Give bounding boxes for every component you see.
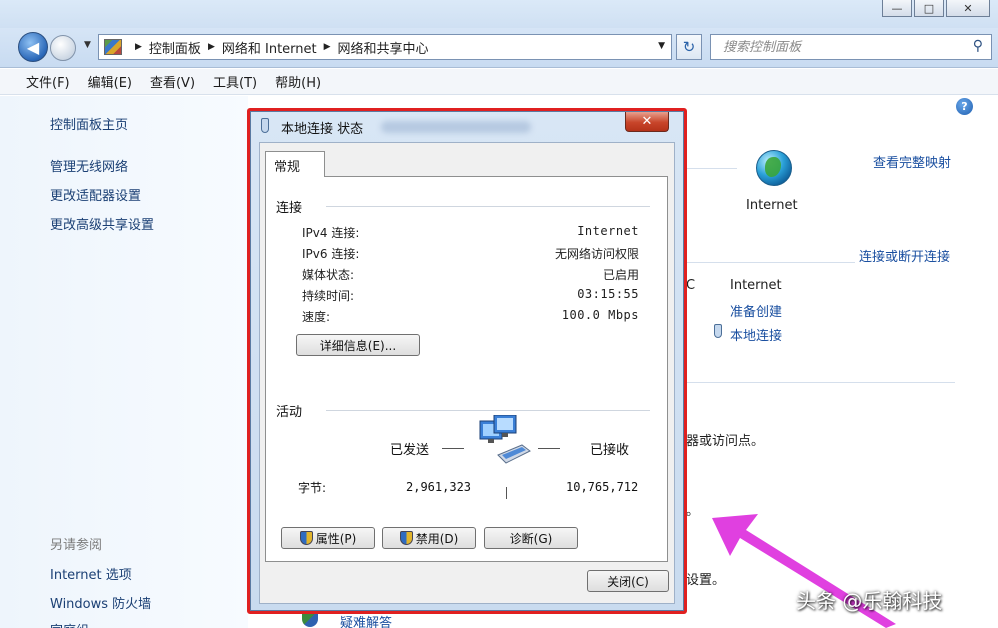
navigation-bar: ◀ ▼ ▶ 控制面板 ▶ 网络和 Internet ▶ 网络和共享中心 ▼ ↻ …	[0, 28, 998, 68]
help-icon[interactable]: ?	[956, 98, 973, 115]
speed-value: 100.0 Mbps	[561, 308, 639, 322]
refresh-icon: ↻	[682, 38, 696, 56]
address-bar[interactable]: ▶ 控制面板 ▶ 网络和 Internet ▶ 网络和共享中心 ▼	[98, 34, 672, 60]
menu-bar: 文件(F) 编辑(E) 查看(V) 工具(T) 帮助(H)	[0, 69, 998, 95]
breadcrumb-control-panel[interactable]: 控制面板	[149, 38, 201, 57]
local-connection-status-dialog: 本地连接 状态 ✕ 常规 连接 IPv4 连接: Internet IPv6 连…	[250, 111, 684, 611]
group-divider	[326, 410, 650, 411]
received-dash	[538, 448, 560, 449]
menu-help[interactable]: 帮助(H)	[275, 72, 321, 91]
activity-group-title: 活动	[276, 405, 303, 420]
dialog-close-button[interactable]: ✕	[625, 112, 669, 132]
sidebar-item-manage-wireless[interactable]: 管理无线网络	[50, 156, 128, 175]
bytes-sent-value: 2,961,323	[406, 480, 472, 494]
divider	[685, 168, 737, 169]
troubleshoot-icon	[302, 611, 318, 627]
sent-label: 已发送	[390, 443, 430, 458]
network-connection-icon	[714, 324, 722, 338]
diagnose-button[interactable]: 诊断(G)	[484, 527, 578, 549]
connection-group-title: 连接	[276, 201, 303, 216]
sidebar-internet-options[interactable]: Internet 选项	[50, 564, 132, 583]
sidebar-item-advanced-sharing[interactable]: 更改高级共享设置	[50, 214, 154, 233]
tab-general[interactable]: 常规	[265, 151, 325, 177]
window-titlebar: — □ ✕	[0, 0, 998, 28]
speed-label: 速度:	[302, 310, 331, 324]
sent-dash	[442, 448, 464, 449]
watermark: 头条 @乐翰科技	[796, 589, 943, 613]
troubleshoot-link[interactable]: 疑难解答	[340, 612, 392, 628]
menu-tools[interactable]: 工具(T)	[213, 72, 257, 91]
sidebar: 控制面板主页 管理无线网络 更改适配器设置 更改高级共享设置 另请参阅 Inte…	[0, 96, 248, 628]
minimize-button[interactable]: —	[882, 0, 912, 17]
disable-button-label: 禁用(D)	[415, 531, 459, 546]
window-controls: — □ ✕	[880, 0, 990, 17]
refresh-button[interactable]: ↻	[676, 34, 702, 60]
control-panel-icon	[104, 39, 122, 55]
ipv6-value: 无网络访问权限	[554, 247, 639, 261]
dialog-body: 常规 连接 IPv4 连接: Internet IPv6 连接: 无网络访问权限…	[259, 142, 675, 604]
uac-shield-icon	[399, 531, 413, 545]
media-state-label: 媒体状态:	[302, 268, 355, 282]
divider	[685, 382, 955, 383]
properties-button[interactable]: 属性(P)	[281, 527, 375, 549]
breadcrumb-network-sharing-center[interactable]: 网络和共享中心	[338, 38, 429, 57]
disable-button[interactable]: 禁用(D)	[382, 527, 476, 549]
media-state-value: 已启用	[602, 268, 639, 282]
view-full-map-link[interactable]: 查看完整映射	[873, 152, 951, 171]
dialog-title: 本地连接 状态	[281, 122, 364, 137]
close-button[interactable]: 关闭(C)	[587, 570, 669, 592]
menu-file[interactable]: 文件(F)	[26, 72, 70, 91]
ipv4-label: IPv4 连接:	[302, 226, 360, 240]
bytes-label: 字节:	[298, 481, 327, 495]
menu-edit[interactable]: 编辑(E)	[88, 72, 132, 91]
recent-pages-dropdown[interactable]: ▼	[84, 40, 91, 50]
sidebar-control-panel-home[interactable]: 控制面板主页	[50, 114, 128, 133]
uac-shield-icon	[299, 531, 313, 545]
local-connection-link[interactable]: 本地连接	[730, 325, 782, 344]
sidebar-windows-firewall[interactable]: Windows 防火墙	[50, 593, 151, 612]
search-input[interactable]	[723, 39, 963, 55]
breadcrumb-network-internet[interactable]: 网络和 Internet	[222, 38, 317, 57]
chevron-right-icon[interactable]: ▶	[324, 42, 331, 52]
internet-globe-icon	[756, 150, 792, 186]
duration-label: 持续时间:	[302, 289, 355, 303]
homegroup-ready-link[interactable]: 准备创建	[730, 301, 782, 320]
maximize-button[interactable]: □	[914, 0, 944, 17]
tab-panel-general: 连接 IPv4 连接: Internet IPv6 连接: 无网络访问权限 媒体…	[265, 176, 668, 562]
sidebar-homegroup[interactable]: 家庭组	[50, 620, 89, 628]
bytes-received-value: 10,765,712	[566, 480, 639, 494]
group-divider	[326, 206, 650, 207]
network-activity-icon	[479, 415, 531, 464]
sidebar-item-change-adapter[interactable]: 更改适配器设置	[50, 185, 141, 204]
arrow-left-icon: ◀	[26, 37, 40, 57]
properties-button-label: 属性(P)	[315, 531, 357, 546]
search-icon[interactable]: ⚲	[973, 38, 983, 54]
duration-value: 03:15:55	[577, 287, 639, 301]
see-also-heading: 另请参阅	[50, 538, 103, 553]
ipv4-value: Internet	[577, 224, 639, 238]
task-description-text: 。	[686, 504, 700, 519]
search-box: ⚲	[710, 34, 992, 60]
access-type-value: Internet	[730, 278, 782, 293]
connect-disconnect-link[interactable]: 连接或断开连接	[859, 246, 950, 265]
access-type-fragment: C	[686, 278, 696, 293]
divider	[685, 262, 855, 263]
network-adapter-icon	[261, 118, 269, 133]
chevron-right-icon[interactable]: ▶	[135, 42, 142, 52]
blurred-title-area	[381, 121, 531, 133]
back-button[interactable]: ◀	[18, 32, 48, 62]
internet-label: Internet	[746, 198, 798, 213]
received-label: 已接收	[590, 443, 630, 458]
menu-view[interactable]: 查看(V)	[150, 72, 195, 91]
address-dropdown-icon[interactable]: ▼	[658, 41, 665, 51]
task-description-text: 器或访问点。	[686, 434, 765, 449]
forward-button[interactable]	[50, 35, 76, 61]
activity-divider	[506, 487, 507, 499]
close-window-button[interactable]: ✕	[946, 0, 990, 17]
ipv6-label: IPv6 连接:	[302, 247, 360, 261]
details-button[interactable]: 详细信息(E)...	[296, 334, 420, 356]
chevron-right-icon[interactable]: ▶	[208, 42, 215, 52]
